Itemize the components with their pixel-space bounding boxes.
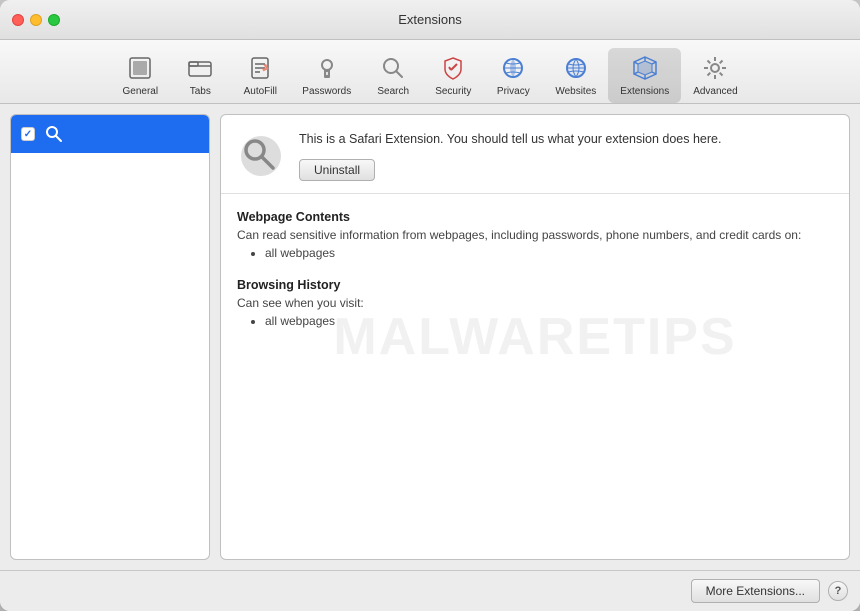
browsing-history-section: Browsing History Can see when you visit:… <box>237 278 833 328</box>
toolbar-items: General Tabs <box>100 48 759 103</box>
toolbar-item-privacy[interactable]: Privacy <box>483 48 543 103</box>
webpage-contents-list: all webpages <box>237 246 833 260</box>
browsing-history-title: Browsing History <box>237 278 833 292</box>
advanced-label: Advanced <box>693 86 737 97</box>
maximize-button[interactable] <box>48 14 60 26</box>
minimize-button[interactable] <box>30 14 42 26</box>
panel-header: This is a Safari Extension. You should t… <box>221 115 849 194</box>
extension-enabled-checkbox[interactable]: ✓ <box>21 127 35 141</box>
toolbar-item-security[interactable]: Security <box>423 48 483 103</box>
webpage-contents-title: Webpage Contents <box>237 210 833 224</box>
toolbar-item-passwords[interactable]: Passwords <box>290 48 363 103</box>
browsing-history-item: all webpages <box>265 314 833 328</box>
tabs-icon <box>184 52 216 84</box>
webpage-contents-item: all webpages <box>265 246 833 260</box>
websites-label: Websites <box>555 86 596 97</box>
toolbar: General Tabs <box>0 40 860 104</box>
close-button[interactable] <box>12 14 24 26</box>
browsing-history-desc: Can see when you visit: <box>237 296 833 310</box>
privacy-icon <box>497 52 529 84</box>
window-title: Extensions <box>398 12 462 27</box>
autofill-icon <box>244 52 276 84</box>
autofill-label: AutoFill <box>244 86 277 97</box>
extension-description: This is a Safari Extension. You should t… <box>299 131 833 149</box>
sidebar-extension-search-icon <box>43 123 65 145</box>
search-toolbar-icon <box>377 52 409 84</box>
security-icon <box>437 52 469 84</box>
passwords-label: Passwords <box>302 86 351 97</box>
main-content: ✓ MALWARETIPS <box>0 104 860 570</box>
toolbar-item-websites[interactable]: Websites <box>543 48 608 103</box>
safari-preferences-window: Extensions General <box>0 0 860 611</box>
panel-body: Webpage Contents Can read sensitive info… <box>221 194 849 560</box>
title-bar: Extensions <box>0 0 860 40</box>
sidebar-item-search-ext[interactable]: ✓ <box>11 115 209 153</box>
toolbar-item-search[interactable]: Search <box>363 48 423 103</box>
toolbar-item-general[interactable]: General <box>110 48 170 103</box>
privacy-label: Privacy <box>497 86 530 97</box>
general-label: General <box>123 86 159 97</box>
panel-header-info: This is a Safari Extension. You should t… <box>299 131 833 181</box>
extensions-icon <box>629 52 661 84</box>
passwords-icon <box>311 52 343 84</box>
security-label: Security <box>435 86 471 97</box>
extensions-label: Extensions <box>620 86 669 97</box>
extension-detail-panel: MALWARETIPS This is a Safari Extension. … <box>220 114 850 560</box>
toolbar-item-advanced[interactable]: Advanced <box>681 48 749 103</box>
browsing-history-list: all webpages <box>237 314 833 328</box>
tabs-label: Tabs <box>190 86 211 97</box>
uninstall-button[interactable]: Uninstall <box>299 159 375 181</box>
general-icon <box>124 52 156 84</box>
webpage-contents-desc: Can read sensitive information from webp… <box>237 228 833 242</box>
extension-icon-large <box>237 132 285 180</box>
webpage-contents-section: Webpage Contents Can read sensitive info… <box>237 210 833 260</box>
toolbar-item-extensions[interactable]: Extensions <box>608 48 681 103</box>
help-button[interactable]: ? <box>828 581 848 601</box>
advanced-icon <box>699 52 731 84</box>
checkmark-icon: ✓ <box>24 129 32 140</box>
bottom-bar: More Extensions... ? <box>0 570 860 611</box>
websites-icon <box>560 52 592 84</box>
traffic-lights <box>12 14 60 26</box>
search-label: Search <box>377 86 409 97</box>
toolbar-item-autofill[interactable]: AutoFill <box>230 48 290 103</box>
extensions-sidebar: ✓ <box>10 114 210 560</box>
toolbar-item-tabs[interactable]: Tabs <box>170 48 230 103</box>
more-extensions-button[interactable]: More Extensions... <box>691 579 820 603</box>
